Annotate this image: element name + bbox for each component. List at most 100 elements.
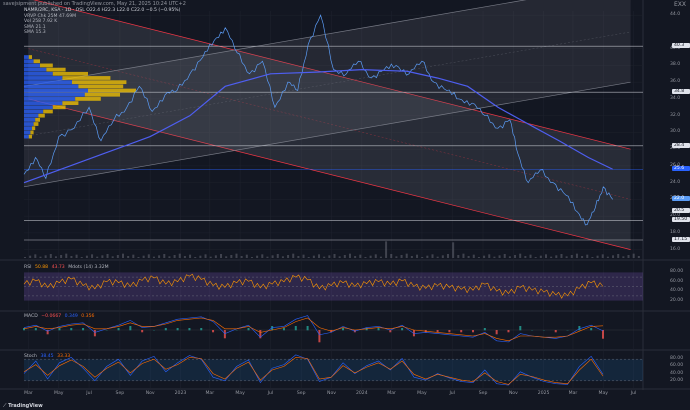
volume-profile-bar-down	[78, 84, 124, 89]
volume-bar	[467, 256, 470, 258]
volume-bar	[514, 255, 517, 258]
macd-legend: MACD −0.0667 0.349 0.356	[24, 314, 96, 320]
y-tick-label: 30.0	[670, 129, 681, 135]
volume-profile-bar-up	[24, 113, 39, 118]
volume-bar	[405, 253, 408, 258]
rsi-tick-label: 60.00	[670, 278, 684, 284]
volume-bar	[163, 254, 166, 258]
volume-bar	[230, 255, 233, 258]
macd-histogram-bar	[472, 330, 475, 333]
macd-histogram-bar	[519, 326, 522, 331]
macd-histogram-bar	[495, 330, 498, 335]
y-tick-label: 36.0	[670, 79, 681, 85]
volume-bar	[472, 254, 475, 258]
volume-profile-bar-up	[24, 122, 34, 126]
volume-profile-bar-up	[24, 80, 72, 85]
volume-bar	[132, 254, 135, 258]
x-tick-label: May	[598, 391, 609, 396]
macd-histogram-bar	[129, 326, 132, 331]
volume-bar	[189, 254, 192, 258]
macd-histogram-bar	[70, 328, 73, 331]
x-tick-label: Mar	[568, 391, 578, 396]
macd-histogram-bar	[82, 328, 85, 331]
price-tag: 20.5	[672, 208, 690, 214]
volume-profile-bar-up	[24, 109, 44, 114]
volume-bar	[214, 255, 217, 258]
volume-bar	[147, 254, 150, 258]
volume-bar	[91, 254, 94, 258]
volume-profile-bar-up	[24, 134, 29, 139]
volume-bar	[29, 255, 32, 258]
volume-bar	[534, 257, 537, 258]
macd-histogram-bar	[306, 326, 309, 331]
volume-bar	[220, 254, 223, 258]
macd-histogram-bar	[58, 328, 61, 331]
macd-histogram-bar	[223, 330, 226, 339]
volume-profile-bar-up	[24, 71, 53, 76]
macd-histogram-bar	[460, 330, 463, 333]
volume-bar	[581, 256, 584, 258]
chart-canvas[interactable]	[0, 0, 690, 410]
volume-bar	[256, 255, 259, 258]
volume-bar	[426, 255, 429, 258]
macd-histogram-bar	[23, 328, 25, 331]
volume-bar	[493, 256, 496, 258]
volume-bar	[204, 254, 207, 258]
macd-histogram-bar	[247, 328, 250, 331]
stoch-legend: Stoch 38.45 33.33	[24, 354, 72, 360]
volume-bar	[555, 255, 558, 258]
rsi-value: 50.88	[34, 265, 49, 270]
volume-bar	[550, 256, 553, 258]
volume-bar	[524, 256, 527, 258]
x-tick-label: 2025	[537, 391, 550, 396]
volume-profile-bar-up	[24, 130, 31, 135]
macd-histogram-bar	[200, 328, 203, 331]
x-tick-label: 2023	[174, 391, 187, 396]
volume-bar	[266, 256, 269, 258]
volume-profile-bar-up	[24, 117, 36, 122]
macd-histogram-bar	[141, 330, 144, 333]
volume-bar	[96, 256, 99, 258]
macd-histogram-bar	[93, 330, 96, 337]
volume-profile-bar-down	[43, 109, 53, 114]
volume-bar	[431, 254, 434, 258]
volume-profile-bar-up	[24, 59, 34, 64]
volume-bar	[379, 256, 382, 258]
volume-profile-bar-up	[24, 76, 63, 80]
x-tick-label: Jul	[630, 391, 637, 396]
volume-bar	[70, 256, 73, 258]
x-tick-label: May	[235, 391, 245, 396]
macd-signal-line	[23, 317, 604, 342]
macd-v2: 0.349	[64, 314, 78, 319]
volume-bar	[323, 256, 326, 258]
volume-bar	[617, 254, 620, 258]
volume-bar	[395, 256, 398, 258]
x-tick-label: Nov	[508, 391, 518, 396]
volume-bar	[292, 253, 295, 258]
volume-profile-bar-down	[40, 63, 53, 68]
volume-bar	[400, 255, 403, 258]
volume-profile-bar-down	[75, 97, 101, 101]
price-tag: 19.50	[672, 217, 690, 223]
volume-profile-bar-up	[24, 88, 88, 93]
volume-profile-bar-down	[28, 55, 32, 59]
volume-profile-bar-up	[24, 126, 32, 131]
volume-profile-bar-up	[24, 92, 85, 97]
volume-bar	[436, 256, 439, 258]
volume-bar	[173, 255, 176, 258]
volume-bar	[462, 253, 465, 258]
macd-line	[23, 315, 604, 343]
symbol-line: NAMR/2RC, KSA · 1D · OSL O22.4 H22.3 L22…	[24, 8, 181, 13]
volume-bar	[622, 256, 625, 258]
macd-label: MACD	[24, 314, 38, 319]
price-tag: 34.8	[672, 89, 690, 95]
y-tick-label: 18.0	[670, 229, 681, 235]
macd-histogram-bar	[448, 330, 451, 333]
volume-bar	[152, 256, 155, 258]
volume-bar	[410, 256, 413, 258]
volume-bar	[508, 256, 511, 258]
x-tick-label: Sep	[478, 391, 488, 396]
volume-bar	[519, 253, 522, 258]
macd-histogram-bar	[282, 328, 285, 331]
volume-profile-bar-down	[46, 67, 66, 72]
